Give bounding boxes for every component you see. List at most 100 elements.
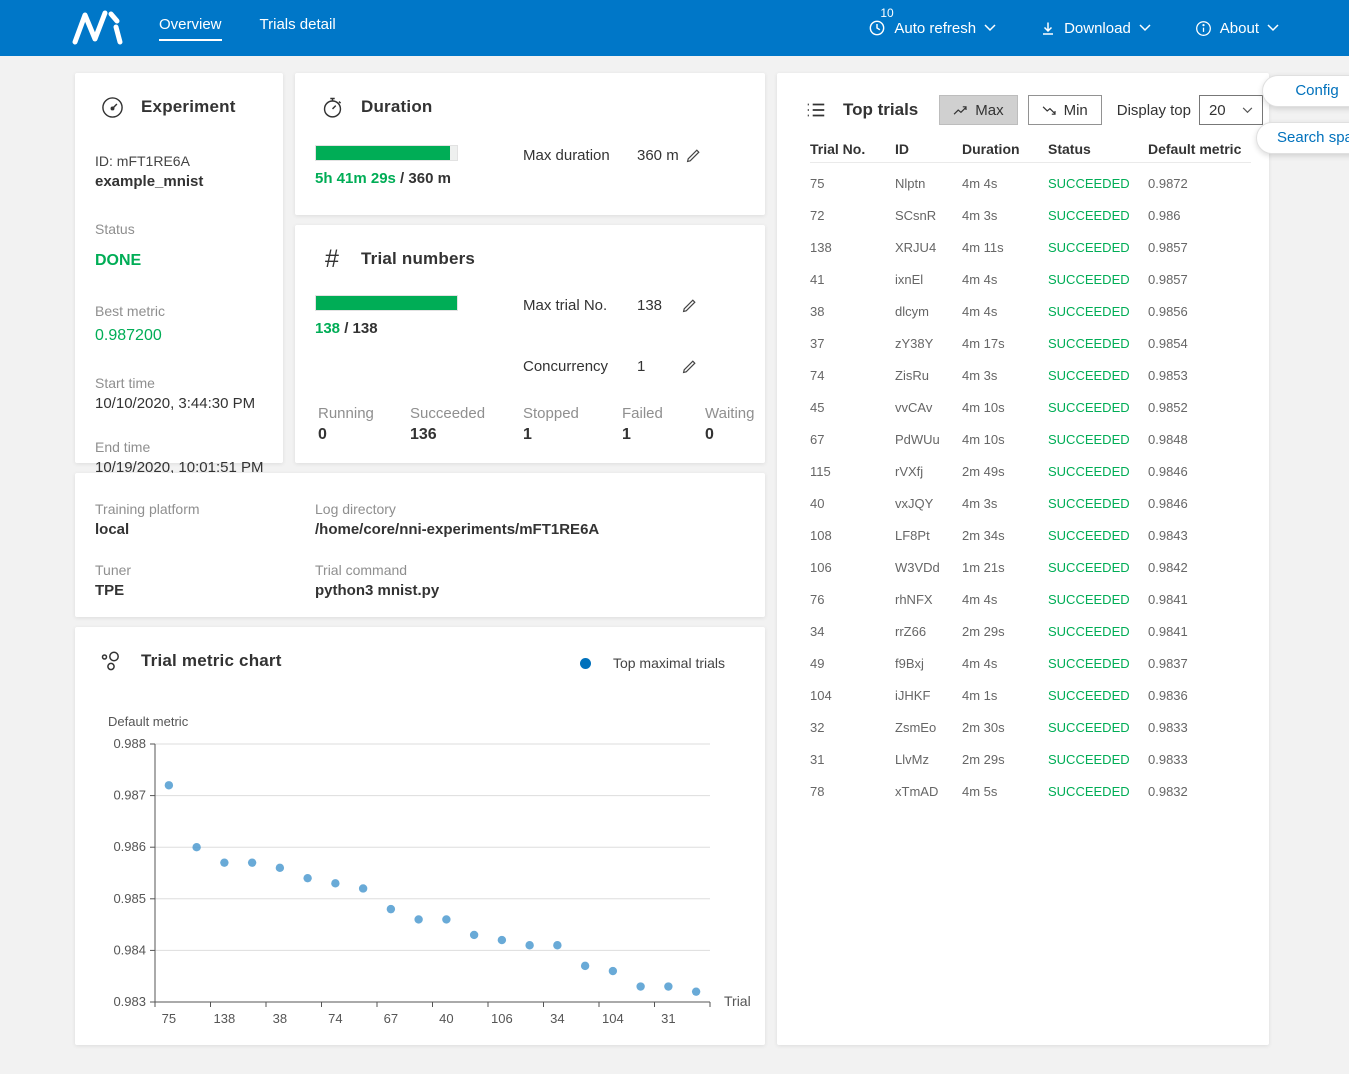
max-button[interactable]: Max: [939, 95, 1017, 125]
cell-trial-no: 41: [810, 272, 895, 287]
scatter-point[interactable]: [414, 915, 422, 923]
cell-id: rVXfj: [895, 464, 962, 479]
scatter-point[interactable]: [470, 931, 478, 939]
stat-label: Stopped: [523, 405, 622, 422]
cell-default-metric: 0.9833: [1148, 720, 1251, 735]
max-duration-label: Max duration: [523, 147, 629, 164]
scatter-point[interactable]: [387, 905, 395, 913]
cell-trial-no: 31: [810, 752, 895, 767]
scatter-point[interactable]: [303, 874, 311, 882]
table-row: 78xTmAD4m 5sSUCCEEDED0.9832: [810, 775, 1251, 807]
auto-refresh-menu[interactable]: 10 Auto refresh: [868, 19, 996, 37]
cell-default-metric: 0.986: [1148, 208, 1251, 223]
table-row: 32ZsmEo2m 30sSUCCEEDED0.9833: [810, 711, 1251, 743]
cell-status: SUCCEEDED: [1048, 368, 1148, 383]
cell-duration: 2m 30s: [962, 720, 1048, 735]
scatter-point[interactable]: [609, 967, 617, 975]
cell-duration: 2m 29s: [962, 752, 1048, 767]
experiment-name: example_mnist: [95, 171, 283, 193]
scatter-point[interactable]: [525, 941, 533, 949]
cell-duration: 1m 21s: [962, 560, 1048, 575]
y-axis-label: Default metric: [108, 714, 189, 729]
cell-status: SUCCEEDED: [1048, 592, 1148, 607]
concurrency-label: Concurrency: [523, 358, 629, 375]
scatter-point[interactable]: [692, 987, 700, 995]
cell-default-metric: 0.9842: [1148, 560, 1251, 575]
x-tick-label: 31: [661, 1011, 675, 1026]
auto-refresh-label: Auto refresh: [894, 20, 976, 37]
log-directory-value: /home/core/nni-experiments/mFT1RE6A: [315, 521, 765, 538]
scatter-point[interactable]: [664, 982, 672, 990]
col-duration: Duration: [962, 141, 1048, 157]
trial-numbers-title: Trial numbers: [361, 249, 475, 269]
col-default-metric: Default metric: [1148, 141, 1251, 157]
table-row: 106W3VDd1m 21sSUCCEEDED0.9842: [810, 551, 1251, 583]
tab-trials-detail[interactable]: Trials detail: [260, 16, 336, 41]
cell-status: SUCCEEDED: [1048, 656, 1148, 671]
cell-default-metric: 0.9872: [1148, 176, 1251, 191]
top-navbar: Overview Trials detail 10 Auto refresh D…: [0, 0, 1349, 56]
x-tick-label: 106: [491, 1011, 513, 1026]
scatter-point[interactable]: [220, 858, 228, 866]
cell-status: SUCCEEDED: [1048, 528, 1148, 543]
chart-legend[interactable]: Top maximal trials: [580, 655, 725, 671]
stat-value: 0: [705, 426, 754, 444]
scatter-point[interactable]: [359, 884, 367, 892]
cell-default-metric: 0.9853: [1148, 368, 1251, 383]
config-button[interactable]: Config: [1262, 75, 1349, 107]
table-row: 45vvCAv4m 10sSUCCEEDED0.9852: [810, 391, 1251, 423]
cell-duration: 2m 49s: [962, 464, 1048, 479]
scatter-point[interactable]: [581, 962, 589, 970]
cell-status: SUCCEEDED: [1048, 432, 1148, 447]
stopwatch-icon: [320, 95, 344, 119]
scatter-point[interactable]: [165, 781, 173, 789]
scatter-point[interactable]: [553, 941, 561, 949]
top-trials-body: 75Nlptn4m 4sSUCCEEDED0.987272SCsnR4m 3sS…: [810, 167, 1251, 807]
stat-label: Succeeded: [410, 405, 523, 422]
table-row: 74ZisRu4m 3sSUCCEEDED0.9853: [810, 359, 1251, 391]
tab-overview[interactable]: Overview: [159, 16, 222, 41]
scatter-point[interactable]: [192, 843, 200, 851]
scatter-point[interactable]: [248, 858, 256, 866]
stat-value: 1: [523, 426, 622, 444]
trial-stats: Running0Succeeded136Stopped1Failed1Waiti…: [318, 405, 754, 444]
table-row: 49f9Bxj4m 4sSUCCEEDED0.9837: [810, 647, 1251, 679]
duration-title: Duration: [361, 97, 432, 117]
cell-duration: 4m 4s: [962, 656, 1048, 671]
cell-trial-no: 32: [810, 720, 895, 735]
cell-trial-no: 74: [810, 368, 895, 383]
nav-tabs: Overview Trials detail: [159, 16, 336, 41]
scatter-point[interactable]: [498, 936, 506, 944]
min-button[interactable]: Min: [1028, 95, 1102, 125]
cell-status: SUCCEEDED: [1048, 272, 1148, 287]
scatter-point[interactable]: [636, 982, 644, 990]
display-top-dropdown[interactable]: 20: [1199, 95, 1263, 125]
cell-status: SUCCEEDED: [1048, 240, 1148, 255]
duration-card: Duration 5h 41m 29s / 360 m Max duration…: [295, 73, 765, 215]
cell-id: rhNFX: [895, 592, 962, 607]
cell-default-metric: 0.9837: [1148, 656, 1251, 671]
stat-waiting: Waiting0: [705, 405, 754, 444]
cell-duration: 4m 10s: [962, 400, 1048, 415]
x-tick-label: 38: [273, 1011, 287, 1026]
cell-id: LlvMz: [895, 752, 962, 767]
cell-id: vxJQY: [895, 496, 962, 511]
cell-trial-no: 108: [810, 528, 895, 543]
log-directory-label: Log directory: [315, 501, 765, 517]
search-space-button[interactable]: Search space: [1256, 122, 1349, 154]
scatter-point[interactable]: [442, 915, 450, 923]
edit-max-trial-icon[interactable]: [681, 298, 697, 314]
scatter-point[interactable]: [331, 879, 339, 887]
table-row: 104iJHKF4m 1sSUCCEEDED0.9836: [810, 679, 1251, 711]
edit-max-duration-icon[interactable]: [685, 148, 701, 164]
scatter-point[interactable]: [276, 864, 284, 872]
table-row: 41ixnEl4m 4sSUCCEEDED0.9857: [810, 263, 1251, 295]
download-menu[interactable]: Download: [1040, 20, 1151, 37]
trend-down-icon: [1042, 105, 1057, 116]
cell-default-metric: 0.9846: [1148, 464, 1251, 479]
start-time-value: 10/10/2020, 3:44:30 PM: [95, 393, 283, 415]
best-metric-value: 0.987200: [95, 324, 283, 347]
top-trials-card: Top trials Max Min Display top 20 Trial …: [777, 73, 1269, 1045]
about-menu[interactable]: About: [1195, 20, 1279, 37]
edit-concurrency-icon[interactable]: [681, 359, 697, 375]
